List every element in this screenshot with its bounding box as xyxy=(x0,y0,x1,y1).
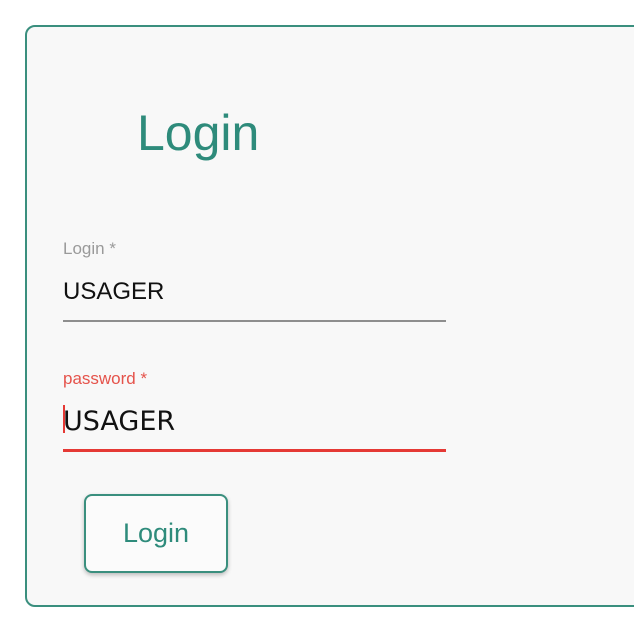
login-input[interactable] xyxy=(63,277,446,307)
password-input[interactable] xyxy=(63,404,446,438)
password-input-underline xyxy=(63,449,446,452)
login-field-label: Login * xyxy=(63,239,116,258)
password-field-label: password * xyxy=(63,369,148,388)
form-title: Login xyxy=(137,105,260,161)
text-cursor xyxy=(63,405,65,433)
login-input-underline xyxy=(63,320,446,322)
login-button[interactable]: Login xyxy=(84,494,228,573)
